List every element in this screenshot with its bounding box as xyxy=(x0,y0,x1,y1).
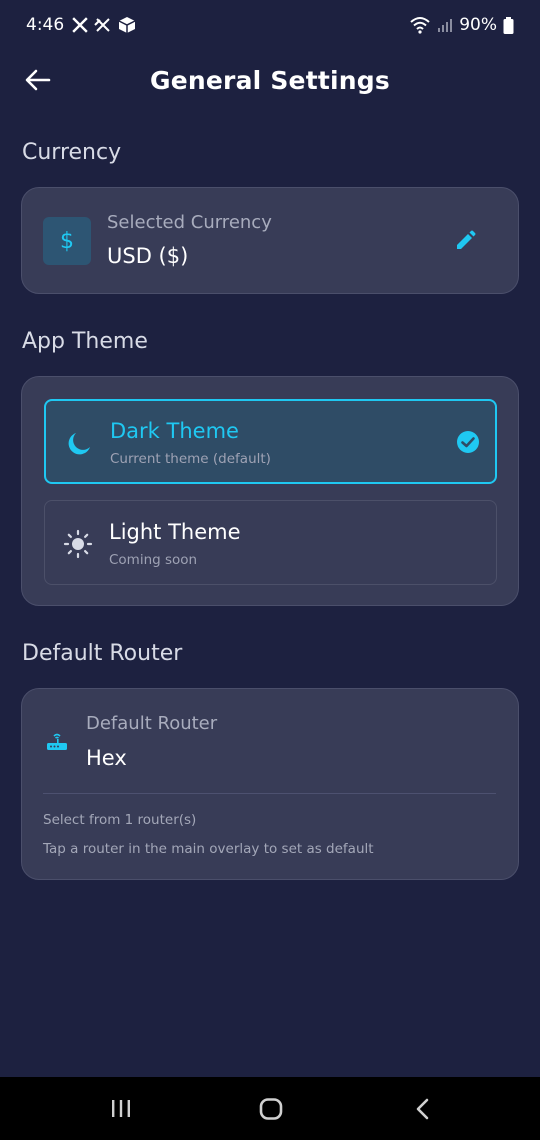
dark-theme-name: Dark Theme xyxy=(110,419,239,443)
light-theme-subtitle: Coming soon xyxy=(109,552,198,568)
router-section-title: Default Router xyxy=(22,641,183,666)
router-label: Default Router xyxy=(86,713,218,734)
recent-apps-icon xyxy=(112,1100,130,1117)
router-count-note: Select from 1 router(s) xyxy=(43,812,197,828)
wifi-icon xyxy=(410,17,430,34)
home-icon xyxy=(259,1098,283,1120)
status-time: 4:46 xyxy=(26,15,65,35)
router-card[interactable]: Default Router Hex Select from 1 router(… xyxy=(21,688,519,880)
light-theme-option[interactable]: Light Theme Coming soon xyxy=(44,500,497,585)
theme-card: Dark Theme Current theme (default) Light… xyxy=(21,376,519,606)
dollar-icon: $ xyxy=(43,217,91,265)
notification-icons xyxy=(72,16,136,34)
router-icon xyxy=(47,733,67,750)
currency-card[interactable]: $ Selected Currency USD ($) xyxy=(21,187,519,294)
signal-icon xyxy=(438,19,453,32)
recent-apps-button[interactable] xyxy=(106,1095,136,1123)
system-nav-bar xyxy=(0,1077,540,1140)
x-crossed-icon xyxy=(94,18,110,32)
home-button[interactable] xyxy=(256,1095,286,1123)
status-right: 90% xyxy=(409,15,514,35)
router-hint-note: Tap a router in the main overlay to set … xyxy=(43,841,374,857)
edit-currency-button[interactable] xyxy=(454,230,476,252)
dark-theme-subtitle: Current theme (default) xyxy=(110,451,271,467)
page-title: General Settings xyxy=(150,65,390,95)
pencil-icon xyxy=(457,230,476,249)
router-divider xyxy=(43,793,496,794)
light-theme-name: Light Theme xyxy=(109,520,241,544)
battery-icon xyxy=(503,16,514,34)
back-button[interactable] xyxy=(22,64,54,96)
x-icon xyxy=(72,17,88,33)
currency-value: USD ($) xyxy=(107,244,189,268)
status-bar: 4:46 90% xyxy=(0,0,540,50)
app-header: General Settings xyxy=(0,52,540,108)
moon-icon xyxy=(68,433,90,455)
currency-section-title: Currency xyxy=(22,140,122,165)
currency-label: Selected Currency xyxy=(107,212,272,233)
chevron-left-icon xyxy=(416,1098,429,1120)
sun-icon xyxy=(63,529,93,559)
arrow-left-icon xyxy=(25,69,51,91)
router-value: Hex xyxy=(86,746,127,770)
check-circle-icon xyxy=(457,431,479,453)
dark-theme-option[interactable]: Dark Theme Current theme (default) xyxy=(44,399,497,484)
box-app-icon xyxy=(118,17,136,33)
battery-percent: 90% xyxy=(459,15,497,35)
back-nav-button[interactable] xyxy=(408,1095,438,1123)
theme-section-title: App Theme xyxy=(22,329,148,354)
